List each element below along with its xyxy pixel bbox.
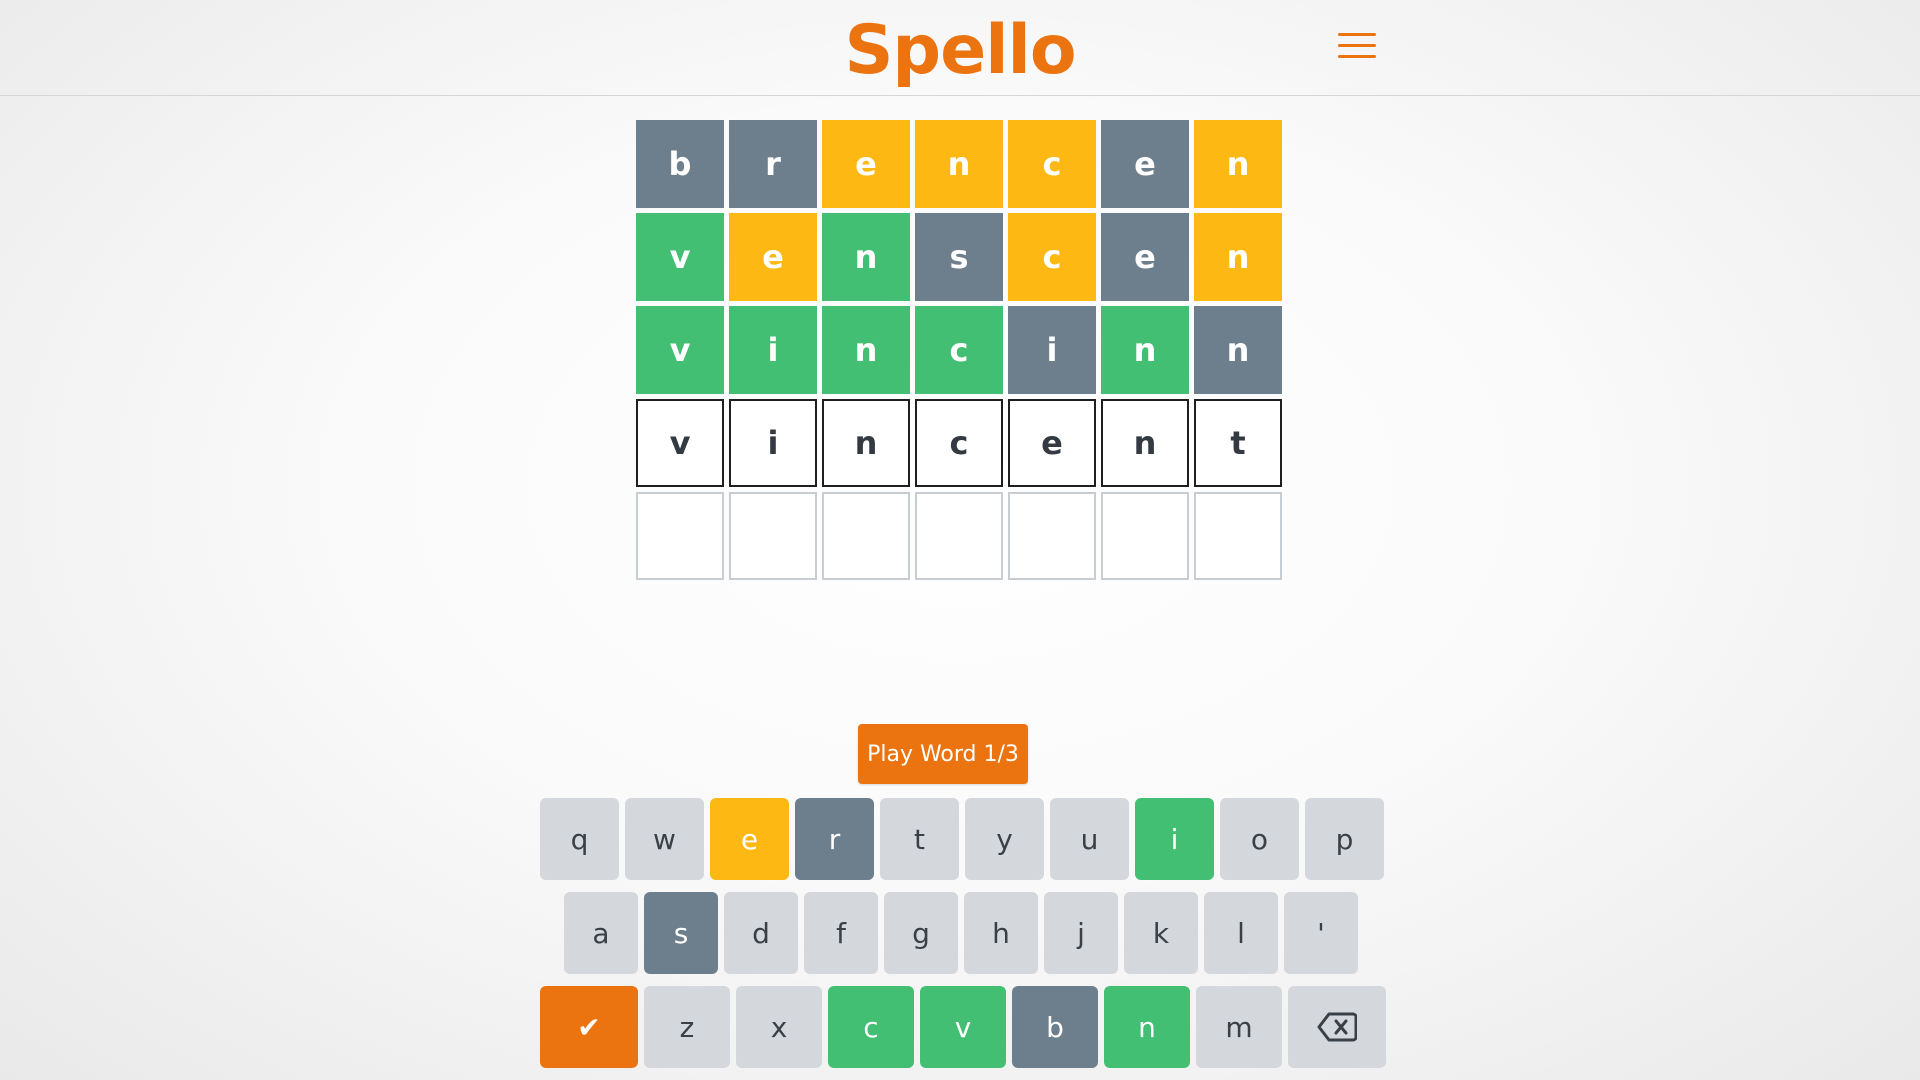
key-x[interactable]: x <box>736 986 822 1068</box>
key-y[interactable]: y <box>965 798 1044 880</box>
game-board: brencenvenscenvincinnvincent <box>636 120 1282 580</box>
keyboard-row: qwertyuiop <box>540 798 1384 880</box>
key-m[interactable]: m <box>1196 986 1282 1068</box>
key-f[interactable]: f <box>804 892 878 974</box>
board-tile: n <box>1194 120 1282 208</box>
board-tile: v <box>636 306 724 394</box>
backspace-icon <box>1317 1012 1357 1042</box>
play-word-button[interactable]: Play Word 1/3 <box>858 724 1028 784</box>
backspace-key[interactable] <box>1288 986 1386 1068</box>
board-tile: c <box>1008 213 1096 301</box>
key-i[interactable]: i <box>1135 798 1214 880</box>
key-d[interactable]: d <box>724 892 798 974</box>
key-g[interactable]: g <box>884 892 958 974</box>
board-tile: i <box>729 399 817 487</box>
key-r[interactable]: r <box>795 798 874 880</box>
board-tile: b <box>636 120 724 208</box>
board-tile: e <box>1101 120 1189 208</box>
board-tile: n <box>822 399 910 487</box>
enter-key[interactable]: ✔ <box>540 986 638 1068</box>
board-tile: n <box>1101 399 1189 487</box>
key-z[interactable]: z <box>644 986 730 1068</box>
board-tile: n <box>915 120 1003 208</box>
key-n[interactable]: n <box>1104 986 1190 1068</box>
key-v[interactable]: v <box>920 986 1006 1068</box>
board-tile: e <box>1008 399 1096 487</box>
key-e[interactable]: e <box>710 798 789 880</box>
board-tile: t <box>1194 399 1282 487</box>
key-apostrophe[interactable]: ' <box>1284 892 1358 974</box>
key-h[interactable]: h <box>964 892 1038 974</box>
key-q[interactable]: q <box>540 798 619 880</box>
board-tile: c <box>915 399 1003 487</box>
key-w[interactable]: w <box>625 798 704 880</box>
keyboard-row: ✔ z x c v b n m <box>540 986 1386 1068</box>
board-tile <box>1008 492 1096 580</box>
key-s[interactable]: s <box>644 892 718 974</box>
board-tile: n <box>1101 306 1189 394</box>
board-tile: v <box>636 213 724 301</box>
board-tile: c <box>1008 120 1096 208</box>
key-u[interactable]: u <box>1050 798 1129 880</box>
board-tile <box>915 492 1003 580</box>
board-tile: e <box>822 120 910 208</box>
hamburger-menu-icon[interactable] <box>1336 30 1378 62</box>
board-tile: s <box>915 213 1003 301</box>
header: Spello <box>0 0 1920 96</box>
board-tile: r <box>729 120 817 208</box>
check-icon: ✔ <box>577 1010 601 1044</box>
board-tile <box>1194 492 1282 580</box>
board-tile: e <box>729 213 817 301</box>
key-k[interactable]: k <box>1124 892 1198 974</box>
board-tile: n <box>1194 213 1282 301</box>
board-tile: n <box>822 213 910 301</box>
board-tile <box>729 492 817 580</box>
key-t[interactable]: t <box>880 798 959 880</box>
key-p[interactable]: p <box>1305 798 1384 880</box>
key-l[interactable]: l <box>1204 892 1278 974</box>
board-tile: c <box>915 306 1003 394</box>
board-tile: n <box>822 306 910 394</box>
board-tile: v <box>636 399 724 487</box>
board-tile: i <box>729 306 817 394</box>
key-b[interactable]: b <box>1012 986 1098 1068</box>
keyboard-row: a s d f g h j k l ' <box>564 892 1358 974</box>
key-j[interactable]: j <box>1044 892 1118 974</box>
board-tile <box>636 492 724 580</box>
key-c[interactable]: c <box>828 986 914 1068</box>
board-tile <box>1101 492 1189 580</box>
app-logo: Spello <box>844 11 1076 90</box>
board-tile <box>822 492 910 580</box>
board-tile: i <box>1008 306 1096 394</box>
board-tile: n <box>1194 306 1282 394</box>
board-tile: e <box>1101 213 1189 301</box>
key-o[interactable]: o <box>1220 798 1299 880</box>
key-a[interactable]: a <box>564 892 638 974</box>
